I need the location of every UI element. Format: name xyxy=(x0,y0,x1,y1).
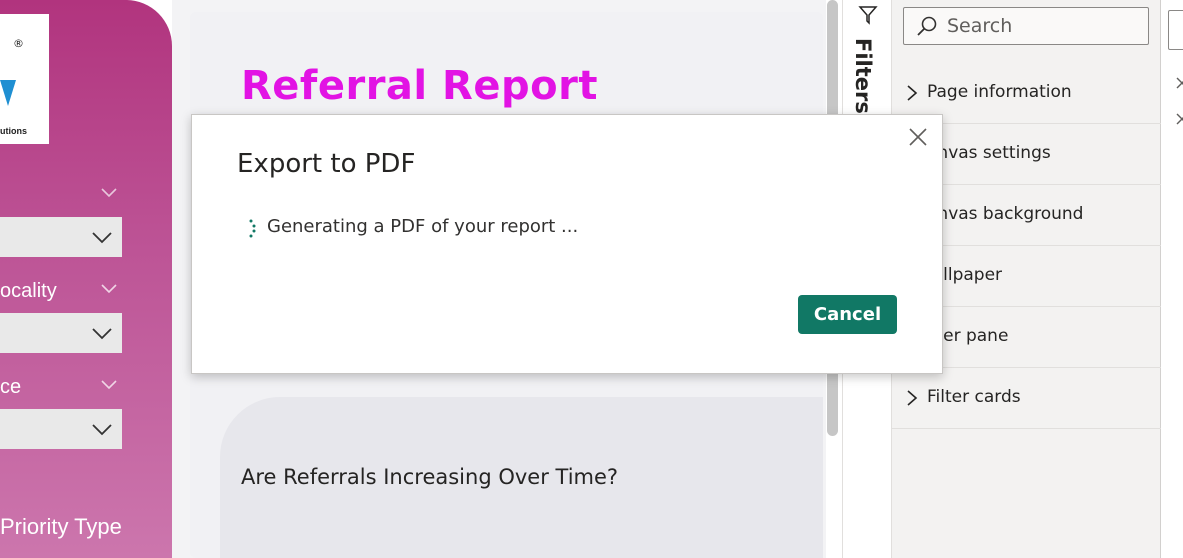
chevron-down-icon[interactable] xyxy=(101,184,117,200)
search-placeholder: Search xyxy=(947,15,1013,37)
logo-subtitle: utions xyxy=(0,126,27,136)
chevron-right-icon xyxy=(907,85,918,101)
section-label: Filter cards xyxy=(927,387,1021,407)
dialog-message: Generating a PDF of your report ... xyxy=(267,216,579,237)
chevron-down-icon xyxy=(92,232,112,244)
slicer-title-locality: ocality xyxy=(0,280,57,302)
cancel-button[interactable]: Cancel xyxy=(798,295,897,334)
chevron-down-icon[interactable] xyxy=(101,376,117,392)
close-icon[interactable] xyxy=(907,126,929,148)
section-label: anvas settings xyxy=(927,143,1051,163)
card-title: Are Referrals Increasing Over Time? xyxy=(241,465,619,489)
pane-toggle-button[interactable] xyxy=(1168,10,1183,50)
company-logo: ® utions xyxy=(0,14,49,144)
spinner-icon xyxy=(249,219,256,238)
chevron-right-icon xyxy=(907,390,918,406)
section-label: anvas background xyxy=(927,204,1084,224)
close-icon[interactable] xyxy=(1175,112,1183,126)
app-window: ® utions ocality ce Priority Type Referr… xyxy=(0,0,1183,558)
section-filter-cards[interactable]: Filter cards xyxy=(891,368,1161,429)
slicer-dropdown-1[interactable] xyxy=(0,217,122,257)
chevron-down-icon xyxy=(92,424,112,436)
close-icon[interactable] xyxy=(1175,76,1183,90)
dialog-title: Export to PDF xyxy=(237,149,416,179)
filter-icon[interactable] xyxy=(858,4,878,26)
chevron-down-icon[interactable] xyxy=(101,280,117,296)
slicer-title-priority-type: Priority Type xyxy=(0,514,122,539)
logo-v-icon xyxy=(0,80,16,106)
chevron-down-icon xyxy=(92,328,112,340)
export-pdf-dialog: Export to PDF Generating a PDF of your r… xyxy=(191,114,943,374)
slicer-dropdown-3[interactable] xyxy=(0,409,122,449)
search-input[interactable]: Search xyxy=(903,7,1149,45)
slicer-dropdown-2[interactable] xyxy=(0,313,122,353)
report-title: Referral Report xyxy=(241,63,598,109)
registered-mark: ® xyxy=(13,37,24,50)
filters-label[interactable]: Filters xyxy=(851,38,875,114)
search-icon xyxy=(917,16,937,36)
slicer-title-3: ce xyxy=(0,376,22,398)
section-label: Page information xyxy=(927,82,1072,102)
